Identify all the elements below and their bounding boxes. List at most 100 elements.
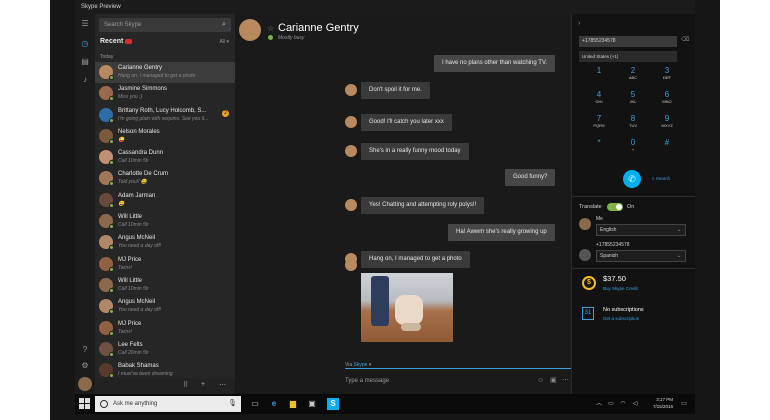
presence-icon [109, 202, 114, 208]
shared-photo[interactable] [361, 273, 453, 342]
keypad-key[interactable]: 6 MNO [652, 90, 682, 110]
image-icon[interactable]: ▣ [550, 372, 557, 390]
credit-balance: $37.50 [603, 274, 626, 283]
my-avatar[interactable] [78, 377, 92, 391]
message-input[interactable]: Type a message ☺ ▣ ⋯ [345, 372, 571, 390]
received-message[interactable]: Don't spoil it for me. [361, 82, 430, 99]
cortana-search-input[interactable]: Ask me anything 🎙 [95, 396, 241, 412]
favorite-star-icon[interactable]: ☆ [267, 24, 274, 33]
add-icon[interactable]: + [201, 381, 205, 388]
windows-taskbar: Ask me anything 🎙 ▭ e ▆ ▣ S ︿ ▭ ◠ ◁ 3:17… [75, 394, 695, 414]
wifi-icon[interactable]: ◠ [617, 398, 629, 410]
contact-list-item[interactable]: Jasmine Simmons Miss you ;) [95, 83, 235, 104]
key-letters: GHI [595, 99, 603, 104]
contact-mood: I'm going plain with sequins. See you 9.… [118, 115, 209, 122]
keypad-key[interactable]: 4 GHI [584, 90, 614, 110]
dialer-search-link[interactable]: ⌕ Search [652, 176, 670, 181]
presence-icon [109, 96, 114, 102]
backspace-icon[interactable]: ⌫ [681, 36, 689, 43]
recent-heading[interactable]: Recent [100, 38, 133, 45]
keypad-key[interactable]: 3 DEF [652, 66, 682, 86]
keypad-key[interactable]: 5 JKL [618, 90, 648, 110]
presence-icon [109, 224, 114, 230]
contact-list-item[interactable]: Nelson Morales 😜 [95, 126, 235, 147]
keypad-key[interactable]: 7 PQRS [584, 114, 614, 134]
volume-icon[interactable]: ◁ [629, 398, 641, 410]
recent-chats-icon[interactable]: ◷ [79, 38, 91, 50]
received-message[interactable]: Yes! Chatting and attempting roly polys!… [361, 197, 485, 214]
contact-list-item[interactable]: Angus McNeil You need a day off! [95, 296, 235, 317]
contact-avatar[interactable] [239, 19, 261, 41]
sender-avatar [345, 116, 357, 128]
contact-list-item[interactable]: Will Little Call 10min 5h [95, 211, 235, 232]
sender-avatar [345, 259, 357, 271]
contact-list-item[interactable]: Adam Jarman 😀 [95, 190, 235, 211]
phone-number-field[interactable]: +17855234578 [579, 36, 677, 47]
callee-language-select[interactable]: Spanish ⌄ [596, 250, 686, 262]
search-icon[interactable]: ⌕ [222, 18, 226, 32]
keypad-key[interactable]: # [652, 138, 682, 158]
contact-list-item[interactable]: Will Little Call 10min 5h [95, 275, 235, 296]
keypad-key[interactable]: 8 TUV [618, 114, 648, 134]
task-view-icon[interactable]: ▭ [249, 398, 261, 410]
more-icon[interactable]: ⋯ [219, 381, 226, 389]
translate-toggle[interactable] [607, 203, 623, 211]
contact-status: Mostly busy [278, 35, 305, 41]
contact-list-item[interactable]: Charlotte De Crum Told you!! 😀 [95, 168, 235, 189]
divider [572, 268, 695, 269]
emoticon-icon[interactable]: ☺ [537, 372, 544, 390]
contact-list-item[interactable]: Brittany Roth, Lucy Holcomb, S... I'm goi… [95, 105, 235, 126]
windows-start-icon[interactable] [79, 398, 91, 410]
my-language-select[interactable]: English ⌄ [596, 224, 686, 236]
presence-icon [109, 117, 114, 123]
contact-mood: 😜 [118, 136, 125, 143]
contact-mood: Call 10min 5h [118, 285, 149, 292]
collapse-arrow-icon[interactable]: › [578, 20, 580, 27]
notifications-icon[interactable]: ▭ [678, 398, 690, 410]
contacts-book-icon[interactable]: ▤ [79, 56, 91, 68]
menu-icon[interactable]: ☰ [79, 18, 91, 30]
contact-mood: Hang on, I managed to get a photo [118, 73, 196, 79]
search-input[interactable]: Search Skype ⌕ [99, 18, 231, 32]
help-icon[interactable]: ? [79, 344, 91, 356]
get-subscription-link[interactable]: Get a subscription [603, 316, 639, 321]
clock[interactable]: 3:17 PM 7/15/2016 [653, 396, 673, 410]
more-options-icon[interactable]: ⋯ [562, 372, 569, 390]
keypad-key[interactable]: 9 WXYZ [652, 114, 682, 134]
contact-list-item[interactable]: Cassandra Dunn Call 10min 5h [95, 147, 235, 168]
contact-list-item[interactable]: Lee Felts Call 26min 5h [95, 339, 235, 360]
keypad-key[interactable]: * [584, 138, 614, 158]
recent-filter[interactable]: All ▾ [220, 39, 229, 45]
received-message[interactable]: Hang on, I managed to get a photo [361, 251, 470, 268]
contact-list-item[interactable]: MJ Price Twins! [95, 254, 235, 275]
sent-message[interactable]: I have no plans other than watching TV. [434, 55, 556, 72]
contact-list-item[interactable]: MJ Price Twins! [95, 318, 235, 339]
call-button[interactable]: ✆ [623, 170, 641, 188]
cortana-placeholder: Ask me anything [113, 401, 158, 407]
buy-credit-link[interactable]: Buy Skype Credit [603, 286, 638, 291]
settings-gear-icon[interactable]: ⚙ [79, 360, 91, 372]
keypad-key[interactable]: 1 [584, 66, 614, 86]
battery-icon[interactable]: ▭ [605, 398, 617, 410]
contact-list-item[interactable]: Carianne Gentry Hang on, I managed to get… [95, 62, 235, 84]
edge-browser-icon[interactable]: e [268, 398, 280, 410]
store-icon[interactable]: ▣ [306, 398, 318, 410]
received-message[interactable]: She's in a really funny mood today [361, 143, 469, 160]
country-selector[interactable]: United States (+1) [579, 51, 677, 62]
microphone-icon[interactable]: 🎙 [228, 396, 237, 412]
sent-message[interactable]: Good funny? [505, 169, 556, 186]
key-digit: 7 [596, 114, 602, 123]
conversation-title[interactable]: Carianne Gentry [278, 22, 359, 34]
dialpad-icon[interactable]: ⠿ [183, 381, 188, 389]
received-message[interactable]: Good! I'll catch you later xxx [361, 114, 452, 131]
bell-icon[interactable]: ♪ [79, 74, 91, 86]
key-letters: + [631, 147, 635, 152]
sent-message[interactable]: Ha! Awwm she's really growing up [448, 224, 555, 241]
contact-name: Brittany Roth, Lucy Holcomb, S... [118, 107, 207, 114]
skype-taskbar-icon[interactable]: S [327, 398, 339, 410]
tray-chevron-icon[interactable]: ︿ [593, 398, 605, 410]
contact-list-item[interactable]: Angus McNeil You need a day off! [95, 232, 235, 253]
keypad-key[interactable]: 2 ABC [618, 66, 648, 86]
file-explorer-icon[interactable]: ▆ [287, 398, 299, 410]
keypad-key[interactable]: 0 + [618, 138, 648, 158]
